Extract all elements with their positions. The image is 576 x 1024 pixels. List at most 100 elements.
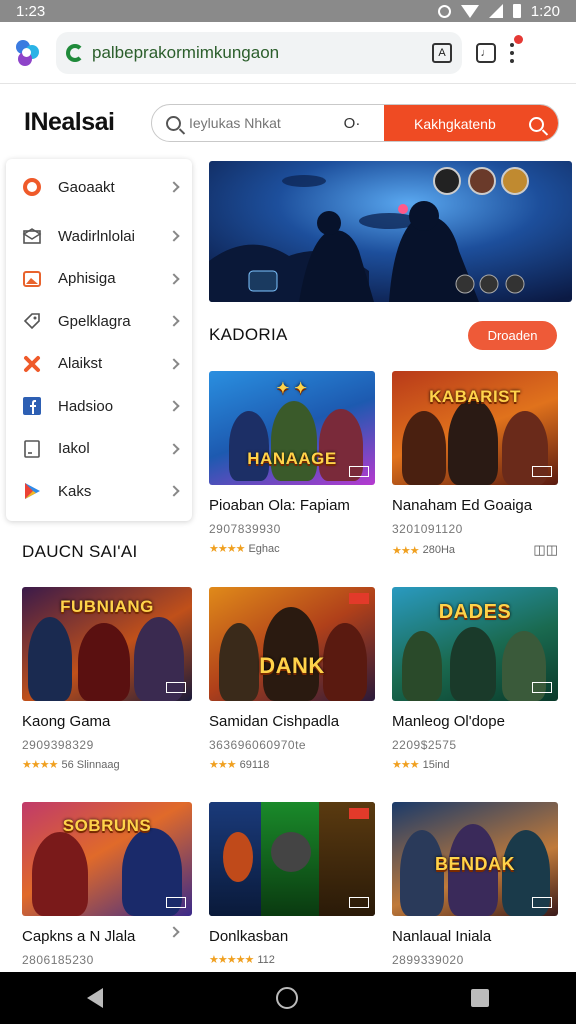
address-bar[interactable]: palbeprakormimkungaon A <box>56 31 462 74</box>
hero-banner[interactable] <box>209 161 572 302</box>
game-thumbnail: BENDAK <box>392 802 558 916</box>
game-title: Samidan Cishpadla <box>209 713 340 730</box>
menu-dot-icon <box>510 58 514 63</box>
sidebar-item-label: Gpelklagra <box>58 312 131 330</box>
browser-logo-icon[interactable] <box>12 38 42 68</box>
sidebar-item-label: Aphisiga <box>58 270 116 288</box>
chevron-right-icon <box>168 400 180 412</box>
game-thumbnail: FUBNIANG <box>22 587 192 701</box>
sidebar-item[interactable]: Gpelklagra <box>6 300 192 343</box>
recent-apps-icon[interactable] <box>471 989 490 1007</box>
game-card[interactable]: SOBRUNS Capkns a N Jlala 2806185230 ★★★ <box>22 802 192 986</box>
badge-icon <box>349 808 369 819</box>
wifi-icon <box>460 4 479 18</box>
browser-toolbar: palbeprakormimkungaon A ♩ <box>0 22 576 84</box>
image-icon <box>22 269 42 289</box>
search-filter[interactable]: O· <box>317 115 387 132</box>
game-title: Manleog Ol'dope <box>392 713 505 730</box>
reader-mode-icon[interactable]: A <box>432 42 452 63</box>
site-logo[interactable]: INealsai <box>24 108 115 137</box>
sidebar-item[interactable]: Wadirlnlolai <box>6 215 192 258</box>
game-card[interactable]: KABARIST Nanaham Ed Goaiga 3201091120 ★★… <box>392 371 558 558</box>
chevron-right-icon <box>168 230 180 242</box>
game-logo: KABARIST <box>429 387 521 406</box>
badge-icon <box>349 593 369 604</box>
game-logo: DADES <box>438 601 512 623</box>
star-rating-icon: ★★★★ <box>22 759 58 771</box>
rating-text: 15ind <box>422 758 450 771</box>
rating-tag-icon <box>349 466 369 477</box>
back-icon[interactable] <box>86 988 103 1008</box>
system-navigation-bar <box>0 972 576 1024</box>
category-section-title: KADORIA <box>209 325 288 344</box>
rating-tag-icon <box>532 466 552 477</box>
game-title: Nanaham Ed Goaiga <box>392 497 533 514</box>
game-title: Capkns a N Jlala <box>22 928 136 945</box>
game-logo: SOBRUNS <box>62 816 152 835</box>
tabs-button[interactable]: ♩ <box>476 42 496 63</box>
rating-text: 69118 <box>239 758 270 771</box>
rating-text: 56 Slinnaag <box>61 758 120 771</box>
chevron-right-icon <box>168 485 180 497</box>
view-all-button[interactable]: Droaden <box>468 321 557 350</box>
game-card[interactable]: DANK Samidan Cishpadla 363696060970te ★★… <box>209 587 375 771</box>
game-meta: 2806185230 <box>22 953 94 967</box>
game-thumbnail: ✦ ✦ HANAAGE <box>209 371 375 485</box>
rating-text: 112 <box>257 953 275 966</box>
game-logo: FUBNIANG <box>60 597 154 616</box>
game-logo: BENDAK <box>434 854 516 874</box>
signal-icon <box>488 4 503 18</box>
chevron-right-icon <box>168 315 180 327</box>
search-button[interactable]: Kakhgkatenb <box>384 105 558 141</box>
site-header: INealsai O· Kakhgkatenb <box>0 104 576 144</box>
category-sidebar: Gaoaakt Wadirlnlolai Aphisiga Gpelklagra… <box>6 159 192 521</box>
url-text: palbeprakormimkungaon <box>92 42 280 62</box>
game-meta: 2209$2575 <box>392 738 457 752</box>
game-title: Nanlaual Iniala <box>392 928 492 945</box>
game-logo: DANK <box>259 653 325 678</box>
sidebar-item-label: Hadsioo <box>58 397 114 415</box>
rating-tag-icon <box>349 897 369 908</box>
game-thumbnail: DANK <box>209 587 375 701</box>
game-thumbnail: KABARIST <box>392 371 558 485</box>
game-title: Donlkasban <box>209 928 289 945</box>
game-logo: HANAAGE <box>247 449 337 468</box>
sidebar-item[interactable]: Hadsioo <box>6 385 192 428</box>
game-meta: 2907839930 <box>209 522 281 536</box>
sidebar-item-label: Gaoaakt <box>58 178 115 196</box>
home-icon[interactable] <box>275 987 298 1009</box>
game-card[interactable]: DADES Manleog Ol'dope 2209$2575 ★★★ 15in… <box>392 587 558 771</box>
sidebar-item[interactable]: Kaks <box>6 470 192 513</box>
search-icon <box>529 116 544 132</box>
rating-tag-icon <box>532 897 552 908</box>
game-card[interactable]: ✦ ✦ HANAAGE Pioaban Ola: Fapiam 29078399… <box>209 371 375 555</box>
sidebar-item-label: Wadirlnlolai <box>58 227 135 245</box>
game-thumbnail: DADES <box>392 587 558 701</box>
star-rating-icon: ★★★ <box>209 759 237 771</box>
compare-icon[interactable]: ◫◫ <box>533 542 558 558</box>
game-thumbnail <box>209 802 375 916</box>
orange-ring-icon <box>22 177 42 197</box>
sidebar-item[interactable]: Alaikst <box>6 343 192 386</box>
sidebar-item-label: Alaikst <box>58 355 103 373</box>
game-card[interactable]: Donlkasban ★★★★★ 112 <box>209 802 375 966</box>
game-title: Pioaban Ola: Fapiam <box>209 497 350 514</box>
facebook-icon <box>22 396 42 416</box>
sidebar-item[interactable]: Gaoaakt <box>6 159 192 215</box>
menu-button[interactable] <box>510 34 523 63</box>
game-meta: 2909398329 <box>22 738 94 752</box>
sidebar-item-label: Kaks <box>58 482 92 500</box>
sidebar-item[interactable]: Iakol <box>6 428 192 471</box>
chevron-right-icon <box>168 181 180 193</box>
game-card[interactable]: BENDAK Nanlaual Iniala 2899339020 <box>392 802 558 967</box>
chevron-right-icon <box>168 443 180 455</box>
menu-dot-icon <box>510 50 514 55</box>
secure-site-icon <box>66 43 84 62</box>
search-input[interactable] <box>189 115 317 131</box>
sidebar-item[interactable]: Aphisiga <box>6 258 192 301</box>
chevron-right-icon <box>168 273 180 285</box>
game-meta: 2899339020 <box>392 953 464 967</box>
envelope-icon <box>22 226 42 246</box>
chevron-right-icon <box>168 358 180 370</box>
game-card[interactable]: FUBNIANG Kaong Gama 2909398329 ★★★★ 56 S… <box>22 587 192 771</box>
